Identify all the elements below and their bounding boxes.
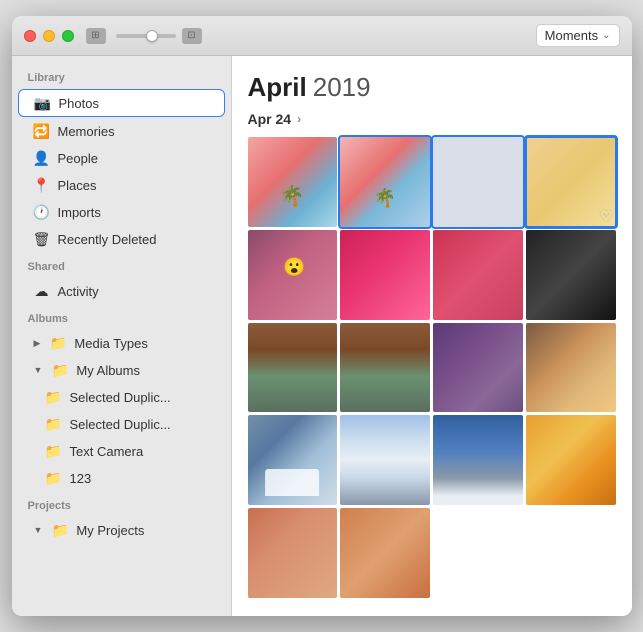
media-types-folder-icon: 📁 — [50, 335, 66, 351]
heart-icon: ♡ — [601, 209, 612, 223]
slider-thumb[interactable] — [146, 30, 158, 42]
collapsed-triangle-icon: ▶ — [34, 338, 41, 349]
sidebar-item-places[interactable]: 📍 Places — [18, 172, 225, 198]
cloud-icon: ☁ — [34, 283, 50, 299]
year-label: 2019 — [313, 72, 371, 102]
photo-cell[interactable] — [433, 415, 523, 505]
sidebar-label-places: Places — [58, 178, 97, 193]
date-chevron-icon: › — [297, 112, 301, 126]
moments-dropdown[interactable]: Moments ⌄ — [536, 24, 620, 47]
sidebar-label-photos: Photos — [59, 96, 99, 111]
photos-title: April2019 — [248, 72, 616, 103]
sidebar: Library 📷 Photos 🔁 Memories 👤 People 📍 P… — [12, 56, 232, 616]
people-icon: 👤 — [34, 150, 50, 166]
photo-cell[interactable] — [248, 508, 338, 598]
photo-cell[interactable] — [433, 230, 523, 320]
sidebar-item-media-types[interactable]: ▶ 📁 Media Types — [18, 330, 225, 356]
imports-icon: 🕐 — [34, 204, 50, 220]
sidebar-item-memories[interactable]: 🔁 Memories — [18, 118, 225, 144]
sidebar-item-people[interactable]: 👤 People — [18, 145, 225, 171]
date-label: Apr 24 — [248, 111, 292, 127]
sidebar-toggle-icon[interactable]: ⊞ — [86, 28, 106, 44]
sidebar-label-recently-deleted: Recently Deleted — [58, 232, 157, 247]
my-albums-folder-icon: 📁 — [52, 362, 68, 378]
titlebar: ⊞ ⊡ Moments ⌄ — [12, 16, 632, 56]
memories-icon: 🔁 — [34, 123, 50, 139]
zoom-slider[interactable] — [116, 34, 176, 38]
sidebar-label-people: People — [58, 151, 98, 166]
sidebar-item-photos[interactable]: 📷 Photos — [18, 89, 225, 117]
photo-cell[interactable] — [340, 137, 430, 227]
sidebar-item-123[interactable]: 📁 123 — [18, 465, 225, 491]
maximize-button[interactable] — [62, 30, 74, 42]
places-icon: 📍 — [34, 177, 50, 193]
photo-cell[interactable] — [433, 137, 523, 227]
sidebar-item-my-projects[interactable]: ▼ 📁 My Projects — [18, 517, 225, 543]
dropdown-arrow-icon: ⌄ — [602, 30, 610, 41]
sidebar-item-imports[interactable]: 🕐 Imports — [18, 199, 225, 225]
sidebar-label-123: 123 — [70, 471, 92, 486]
projects-triangle-icon: ▼ — [34, 525, 43, 535]
sidebar-label-selected-duplic-1: Selected Duplic... — [70, 390, 171, 405]
photo-cell[interactable] — [248, 415, 338, 505]
date-nav[interactable]: Apr 24 › — [248, 111, 616, 127]
main-content: Library 📷 Photos 🔁 Memories 👤 People 📍 P… — [12, 56, 632, 616]
slider-track — [116, 34, 176, 38]
close-button[interactable] — [24, 30, 36, 42]
text-camera-folder-icon: 📁 — [46, 443, 62, 459]
sidebar-label-my-albums: My Albums — [76, 363, 140, 378]
traffic-lights — [24, 30, 74, 42]
album-folder-icon-1: 📁 — [46, 389, 62, 405]
titlebar-controls: ⊞ ⊡ — [86, 28, 202, 44]
sidebar-item-selected-duplic-2[interactable]: 📁 Selected Duplic... — [18, 411, 225, 437]
minimize-button[interactable] — [43, 30, 55, 42]
photos-icon: 📷 — [35, 95, 51, 111]
photo-cell[interactable] — [526, 230, 616, 320]
sidebar-label-memories: Memories — [58, 124, 115, 139]
photo-cell[interactable] — [248, 323, 338, 413]
photo-cell[interactable] — [340, 508, 430, 598]
photos-area: April2019 Apr 24 › ♡ — [232, 56, 632, 616]
my-projects-folder-icon: 📁 — [52, 522, 68, 538]
month-label: April — [248, 72, 307, 102]
albums-section-label: Albums — [12, 305, 231, 329]
sidebar-label-selected-duplic-2: Selected Duplic... — [70, 417, 171, 432]
moments-label: Moments — [545, 28, 598, 43]
shared-section-label: Shared — [12, 253, 231, 277]
album-folder-icon-2: 📁 — [46, 416, 62, 432]
trash-icon: 🗑 — [34, 231, 50, 247]
sidebar-label-media-types: Media Types — [74, 336, 147, 351]
expanded-triangle-icon: ▼ — [34, 365, 43, 375]
photo-cell[interactable] — [526, 323, 616, 413]
sidebar-label-activity: Activity — [58, 284, 99, 299]
photo-cell[interactable] — [248, 230, 338, 320]
sidebar-label-my-projects: My Projects — [76, 523, 144, 538]
sidebar-item-selected-duplic-1[interactable]: 📁 Selected Duplic... — [18, 384, 225, 410]
photo-cell[interactable] — [433, 323, 523, 413]
app-window: ⊞ ⊡ Moments ⌄ Library 📷 Photos 🔁 — [12, 16, 632, 616]
sidebar-item-text-camera[interactable]: 📁 Text Camera — [18, 438, 225, 464]
sidebar-item-my-albums[interactable]: ▼ 📁 My Albums — [18, 357, 225, 383]
photo-cell[interactable] — [526, 415, 616, 505]
123-folder-icon: 📁 — [46, 470, 62, 486]
fullscreen-icon[interactable]: ⊡ — [182, 28, 202, 44]
sidebar-label-text-camera: Text Camera — [70, 444, 144, 459]
photo-cell[interactable] — [340, 323, 430, 413]
library-section-label: Library — [12, 64, 231, 88]
sidebar-item-activity[interactable]: ☁ Activity — [18, 278, 225, 304]
photo-cell[interactable] — [340, 415, 430, 505]
photo-cell[interactable] — [340, 230, 430, 320]
photo-cell[interactable]: ♡ — [526, 137, 616, 227]
photo-grid: ♡ — [248, 137, 616, 598]
sidebar-item-recently-deleted[interactable]: 🗑 Recently Deleted — [18, 226, 225, 252]
photo-cell[interactable] — [248, 137, 338, 227]
projects-section-label: Projects — [12, 492, 231, 516]
sidebar-label-imports: Imports — [58, 205, 101, 220]
